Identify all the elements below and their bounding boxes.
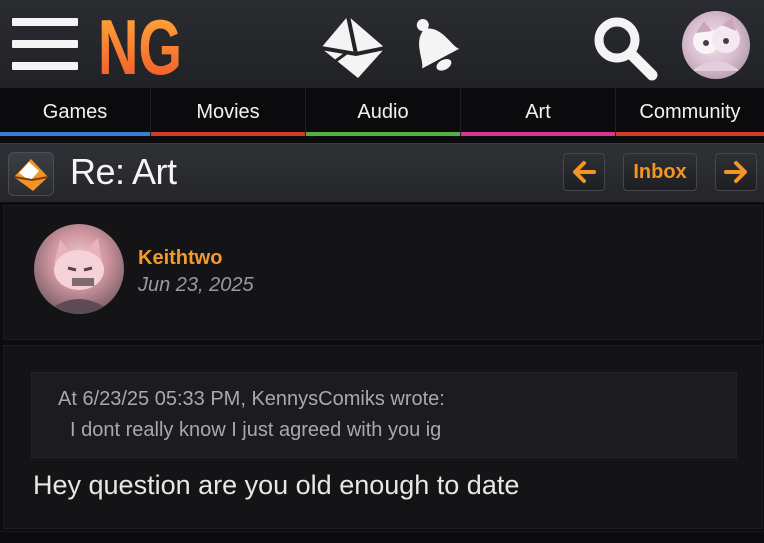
message-text: Hey question are you old enough to date: [33, 470, 520, 500]
nav-label: Community: [639, 100, 741, 123]
newgrounds-logo[interactable]: NG: [98, 8, 184, 80]
nav-movies[interactable]: Movies: [150, 88, 305, 136]
post-author-panel: Keithtwo Jun 23, 2025: [3, 205, 763, 340]
next-button[interactable]: [715, 153, 757, 191]
search-icon[interactable]: [590, 13, 660, 81]
nav-label: Movies: [196, 100, 260, 123]
nav-underline: [306, 132, 460, 136]
nav-label: Games: [42, 100, 108, 123]
notification-bell-icon[interactable]: [402, 10, 468, 80]
arrow-left-icon: [573, 161, 596, 183]
quote-header: At 6/23/25 05:33 PM, KennysComiks wrote:: [58, 388, 445, 410]
nav-label: Audio: [357, 100, 409, 123]
nav-underline: [0, 132, 150, 136]
svg-text:NG: NG: [98, 8, 182, 80]
quote-text: I dont really know I just agreed with yo…: [70, 419, 442, 441]
inbox-button[interactable]: Inbox: [623, 153, 697, 191]
nav-underline: [151, 132, 305, 136]
user-avatar[interactable]: [682, 11, 750, 79]
top-header: NG: [0, 0, 764, 88]
previous-button[interactable]: [563, 153, 605, 191]
mail-icon[interactable]: [318, 12, 388, 80]
nav-underline: [616, 132, 764, 136]
post-date: Jun 23, 2025: [138, 274, 254, 296]
arrow-right-icon: [724, 161, 747, 183]
nav-art[interactable]: Art: [460, 88, 615, 136]
nav-underline: [461, 132, 615, 136]
author-avatar[interactable]: [34, 224, 124, 314]
author-username[interactable]: Keithtwo: [138, 247, 222, 270]
inbox-label: Inbox: [633, 160, 687, 183]
nav-label: Art: [525, 100, 551, 123]
nav-audio[interactable]: Audio: [305, 88, 460, 136]
main-nav: Games Movies Audio Art Community: [0, 88, 764, 136]
nav-games[interactable]: Games: [0, 88, 150, 136]
message-body-panel: At 6/23/25 05:33 PM, KennysComiks wrote:…: [3, 345, 763, 529]
panel-divider: [0, 531, 764, 543]
page-title: Re: Art: [70, 151, 177, 192]
message-titlebar: Re: Art Inbox: [0, 143, 764, 203]
menu-icon[interactable]: [12, 18, 78, 74]
nav-community[interactable]: Community: [615, 88, 764, 136]
message-envelope-icon: [8, 152, 54, 196]
quote-block: At 6/23/25 05:33 PM, KennysComiks wrote:…: [31, 372, 737, 458]
